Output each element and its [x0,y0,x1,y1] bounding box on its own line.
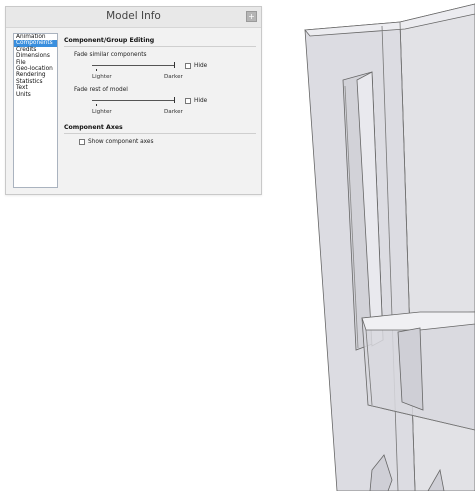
fade-similar-darker-label: Darker [164,74,183,80]
fade-similar-slider-thumb[interactable] [174,62,175,68]
model-info-dialog[interactable]: Model Info + Animation Components Credits D… [5,6,262,195]
section-divider [64,133,256,134]
fade-rest-hide-label: Hide [194,98,208,104]
fade-rest-hide-checkbox[interactable] [185,98,191,104]
fade-rest-slider[interactable] [92,100,174,101]
section-divider [64,46,256,47]
fade-rest-slider-thumb[interactable] [174,97,175,103]
fade-similar-lighter-label: Lighter [92,74,112,80]
category-item-units[interactable]: Units [14,92,57,98]
show-axes-checkbox[interactable] [79,139,85,145]
model-geometry [304,3,475,491]
fade-similar-slider[interactable] [92,65,174,66]
fade-similar-hide-label: Hide [194,63,208,69]
slider-tick [96,69,97,71]
expand-icon[interactable]: + [246,11,257,22]
fade-rest-darker-label: Darker [164,109,183,115]
dialog-title: Model Info [106,10,161,22]
show-axes-label: Show component axes [88,139,154,145]
fade-similar-hide-checkbox[interactable] [185,63,191,69]
component-axes-title: Component Axes [64,124,123,131]
fade-rest-lighter-label: Lighter [92,109,112,115]
fade-rest-label: Fade rest of model [74,87,128,93]
category-list[interactable]: Animation Components Credits Dimensions File… [13,33,58,188]
category-item-components[interactable]: Components [14,40,57,47]
fade-similar-label: Fade similar components [74,52,147,58]
cross-box-inner [397,327,424,411]
dialog-titlebar[interactable]: Model Info + [6,7,261,28]
slider-tick [96,104,97,106]
components-panel: Component/Group Editing Fade similar com… [62,31,258,191]
group-editing-title: Component/Group Editing [64,37,155,44]
